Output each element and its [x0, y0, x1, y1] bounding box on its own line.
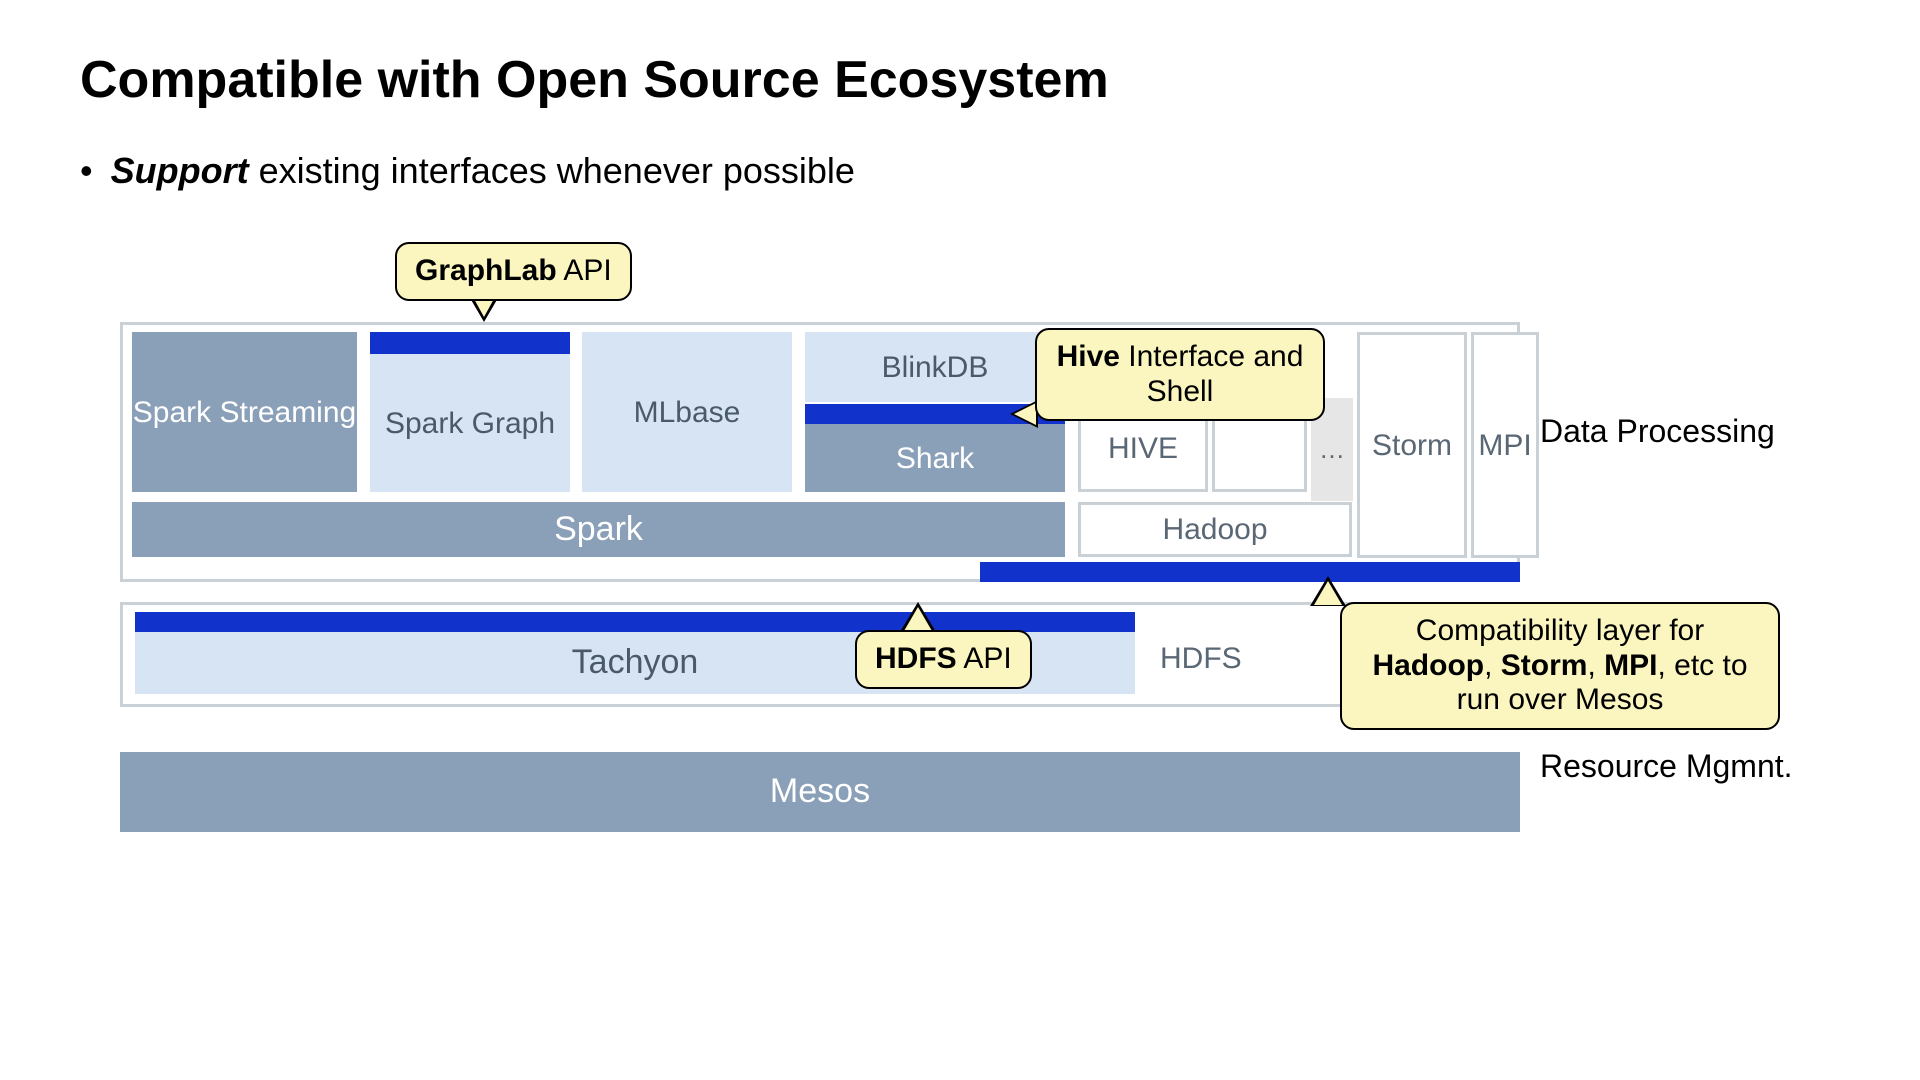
callout-compat: Compatibility layer for Hadoop, Storm, M… [1340, 602, 1780, 730]
block-hadoop: Hadoop [1078, 502, 1352, 557]
bar-graphlab-api [370, 332, 570, 354]
bullet-emph: Support [111, 150, 249, 191]
block-shark: Shark [805, 424, 1065, 492]
callout-graphlab-tail [470, 298, 498, 322]
callout-compat-tail [1310, 576, 1346, 606]
diagram-stage: Spark Streaming Spark Graph MLbase Blink… [100, 232, 1820, 912]
label-data-processing: Data Processing [1540, 412, 1800, 450]
callout-hdfs: HDFS API [855, 630, 1032, 689]
block-mlbase: MLbase [582, 332, 792, 492]
block-spark: Spark [132, 502, 1065, 557]
block-storm: Storm [1357, 332, 1467, 558]
block-blinkdb: BlinkDB [805, 332, 1065, 402]
callout-graphlab: GraphLab API [395, 242, 632, 301]
callout-hive: Hive Interface and Shell [1035, 328, 1325, 421]
label-resource-mgmt: Resource Mgmnt. [1540, 747, 1800, 785]
block-spark-streaming: Spark Streaming [132, 332, 357, 492]
bullet-line: • Support existing interfaces whenever p… [80, 150, 1840, 192]
bar-compat-layer [980, 562, 1520, 582]
bullet-dot: • [80, 150, 93, 191]
bar-hdfs-api [135, 612, 1135, 632]
bullet-rest: existing interfaces whenever possible [249, 150, 855, 191]
slide-title: Compatible with Open Source Ecosystem [80, 50, 1840, 110]
block-mpi: MPI [1471, 332, 1539, 558]
block-hdfs-label: HDFS [1160, 642, 1242, 676]
block-mesos: Mesos [120, 752, 1520, 832]
block-spark-graph: Spark Graph [370, 354, 570, 492]
callout-hive-tail [1010, 400, 1038, 428]
callout-hdfs-tail [900, 602, 936, 632]
